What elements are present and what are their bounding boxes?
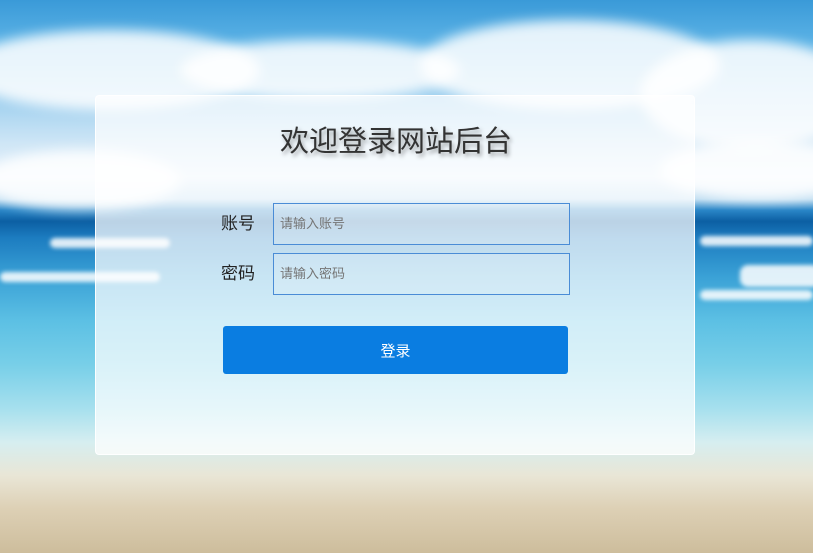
account-label: 账号 <box>221 214 255 234</box>
account-input[interactable] <box>273 203 570 245</box>
page-title: 欢迎登录网站后台 <box>279 124 512 158</box>
password-input[interactable] <box>273 253 570 295</box>
cloud-shape <box>180 40 460 100</box>
password-label: 密码 <box>221 264 255 284</box>
wave-shape <box>740 265 813 287</box>
login-button[interactable]: 登录 <box>223 326 568 374</box>
login-panel: 欢迎登录网站后台 账号 密码 登录 <box>95 95 695 455</box>
wave-shape <box>700 236 813 246</box>
wave-shape <box>700 290 813 300</box>
